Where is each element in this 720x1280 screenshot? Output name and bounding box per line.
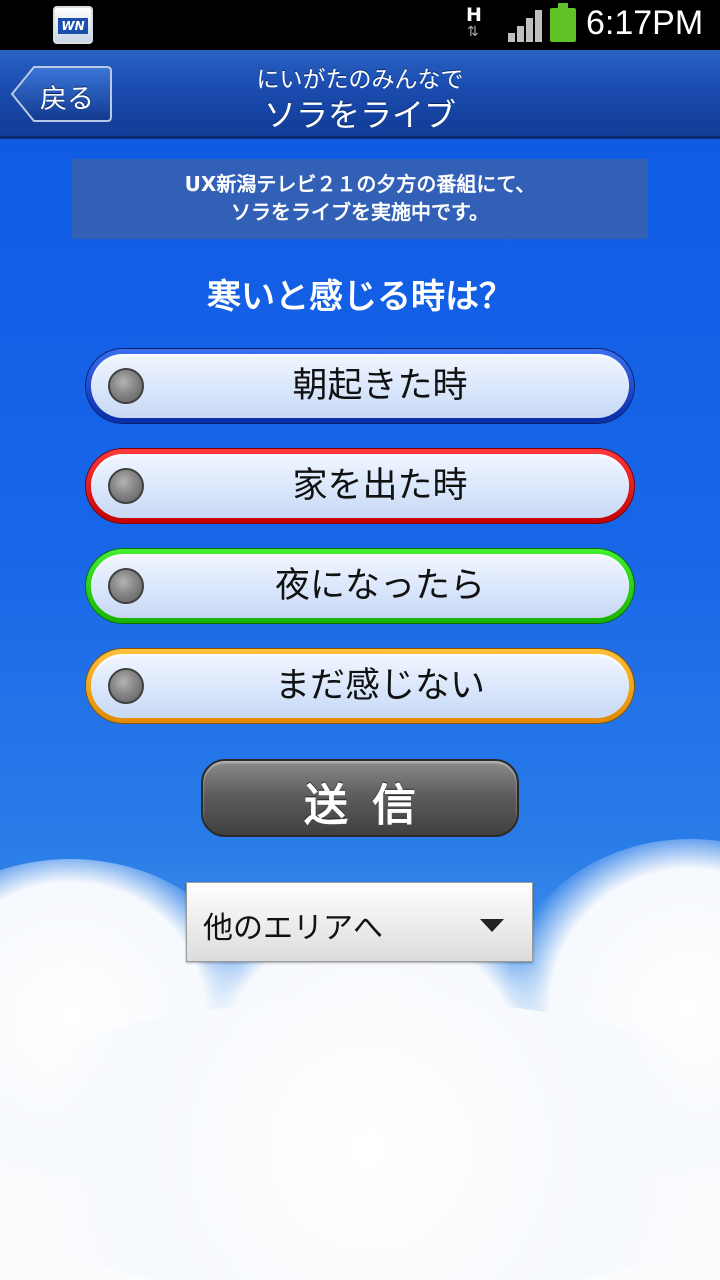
notice-line-1: UX新潟テレビ２１の夕方の番組にて、: [184, 172, 536, 196]
question-text: 寒いと感じる時は？: [207, 277, 513, 317]
weathernews-app-icon: WN: [53, 6, 93, 44]
option-label: まだ感じない: [274, 666, 485, 706]
area-select-value: 他のエリアへ: [203, 911, 383, 946]
main-content: UX新潟テレビ２１の夕方の番組にて、 ソラをライブを実施中です。 寒いと感じる時…: [0, 139, 720, 1280]
option-button-3[interactable]: 夜になったら: [86, 549, 634, 623]
data-activity-icon: ⇅: [467, 24, 479, 40]
program-notice: UX新潟テレビ２１の夕方の番組にて、 ソラをライブを実施中です。: [72, 159, 648, 239]
app-icon-text: WN: [58, 18, 88, 34]
page-title: ソラをライブ: [263, 96, 456, 134]
option-button-1[interactable]: 朝起きた時: [86, 349, 634, 423]
send-button[interactable]: 送信: [201, 759, 519, 837]
signal-icon: [508, 10, 544, 42]
option-button-4[interactable]: まだ感じない: [86, 649, 634, 723]
dropdown-arrow-icon: [480, 919, 504, 932]
option-label: 家を出た時: [292, 466, 468, 506]
header-subtitle: にいがたのみんなで: [256, 67, 464, 93]
area-select-dropdown[interactable]: 他のエリアへ: [186, 882, 533, 962]
status-clock: 6:17PM: [586, 4, 704, 42]
send-button-label: 送信: [304, 780, 440, 831]
option-label: 夜になったら: [274, 566, 485, 606]
cloud-shape: [0, 999, 720, 1280]
battery-icon: [550, 3, 576, 42]
notice-line-2: ソラをライブを実施中です。: [231, 200, 489, 224]
app-header: 戻る にいがたのみんなで ソラをライブ: [0, 50, 720, 139]
option-button-2[interactable]: 家を出た時: [86, 449, 634, 523]
option-label: 朝起きた時: [292, 366, 468, 406]
network-type: H: [466, 4, 482, 26]
status-bar: WN H ⇅ 6:17PM: [0, 0, 720, 50]
